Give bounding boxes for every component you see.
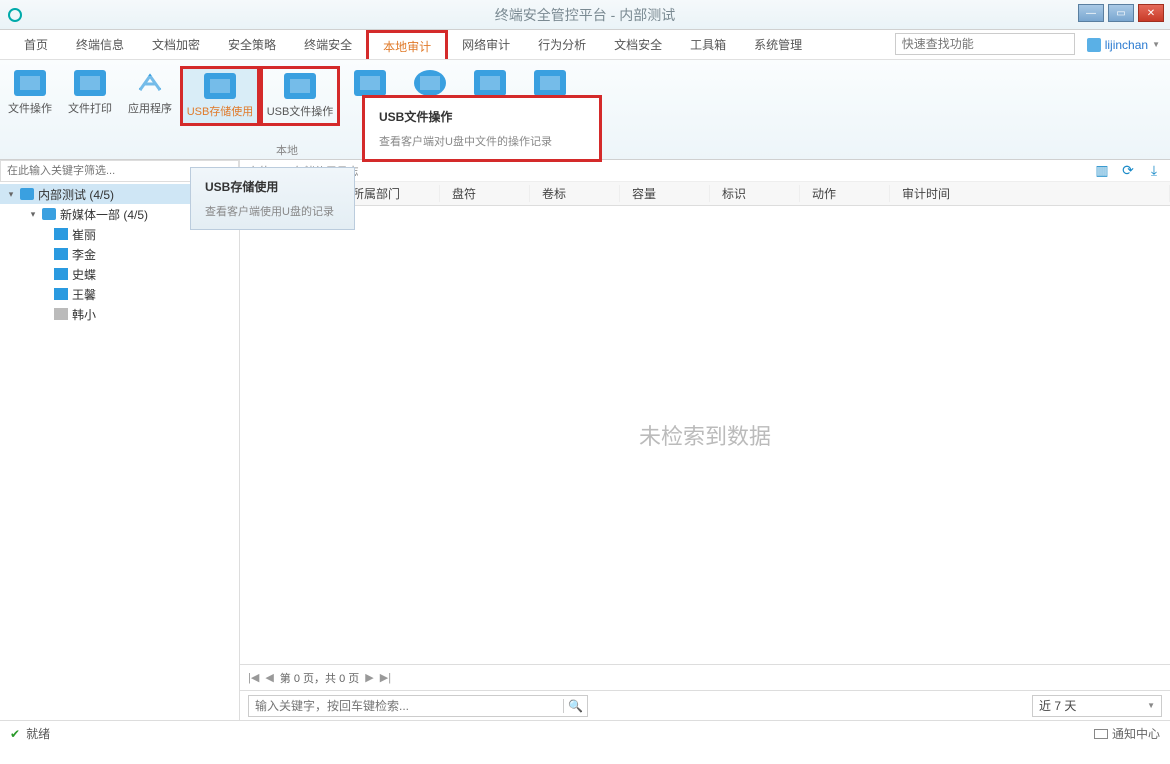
- chevron-down-icon: ▼: [1147, 701, 1155, 710]
- mail-icon: [1094, 729, 1108, 739]
- chevron-down-icon: ▼: [1152, 40, 1160, 49]
- menu-home[interactable]: 首页: [10, 30, 62, 59]
- bottom-toolbar: 🔍 近 7 天 ▼: [240, 690, 1170, 720]
- tooltip-usb-file-ops: USB文件操作 查看客户端对U盘中文件的操作记录: [362, 95, 602, 162]
- menu-doc-encrypt[interactable]: 文档加密: [138, 30, 214, 59]
- grid-search: 🔍: [248, 695, 588, 717]
- notification-label: 通知中心: [1112, 725, 1160, 742]
- tool-file-print[interactable]: 文件打印: [60, 66, 120, 120]
- menu-behavior[interactable]: 行为分析: [524, 30, 600, 59]
- tool-apps[interactable]: 应用程序: [120, 66, 180, 120]
- tool-usb-storage[interactable]: USB存储使用: [180, 66, 260, 126]
- tooltip-desc: 查看客户端对U盘中文件的操作记录: [379, 133, 585, 149]
- pc-online-icon: [54, 288, 68, 300]
- refresh-icon[interactable]: ⟳: [1120, 163, 1136, 179]
- disc-icon: [414, 70, 446, 96]
- tooltip-desc: 查看客户端使用U盘的记录: [205, 203, 340, 219]
- grid-header: 操作系统账户 所属部门 盘符 卷标 容量 标识 动作 审计时间: [240, 182, 1170, 206]
- tree-user[interactable]: 韩小: [0, 304, 239, 324]
- menu-network-audit[interactable]: 网络审计: [448, 30, 524, 59]
- titlebar: 终端安全管控平台 - 内部测试 — ▭ ✕: [0, 0, 1170, 30]
- window-title: 终端安全管控平台 - 内部测试: [0, 5, 1170, 25]
- maximize-button[interactable]: ▭: [1108, 4, 1134, 22]
- collapse-icon[interactable]: ▾: [28, 209, 38, 220]
- tree-user[interactable]: 李金: [0, 244, 239, 264]
- main-panel: 上的USB存储使用日志 ▥ ⟳ ⤓ 操作系统账户 所属部门 盘符 卷标 容量 标…: [240, 160, 1170, 720]
- collapse-icon[interactable]: ▾: [6, 189, 16, 200]
- apps-icon: [134, 70, 166, 96]
- notification-center[interactable]: 通知中心: [1094, 725, 1160, 742]
- tool-file-ops[interactable]: 文件操作: [0, 66, 60, 120]
- toolbar-group-label: 本地: [276, 142, 298, 158]
- statusbar: ✔ 就绪 通知中心: [0, 720, 1170, 746]
- pager-text: 第 0 页，共 0 页: [280, 670, 359, 686]
- folder-icon: [14, 70, 46, 96]
- quick-search-input[interactable]: [895, 33, 1075, 55]
- tooltip-usb-storage: USB存储使用 查看客户端使用U盘的记录: [190, 167, 355, 230]
- grid-body: 未检索到数据: [240, 206, 1170, 664]
- usb-icon: [204, 73, 236, 99]
- col-id[interactable]: 标识: [710, 185, 800, 202]
- pc-online-icon: [54, 248, 68, 260]
- status-text: 就绪: [26, 725, 50, 742]
- user-menu[interactable]: lijinchan ▼: [1087, 30, 1160, 59]
- grid-search-input[interactable]: [249, 699, 563, 713]
- window-buttons: — ▭ ✕: [1078, 4, 1164, 22]
- pc-offline-icon: [54, 308, 68, 320]
- search-icon[interactable]: 🔍: [563, 699, 587, 713]
- menu-terminal-info[interactable]: 终端信息: [62, 30, 138, 59]
- menu-doc-security[interactable]: 文档安全: [600, 30, 676, 59]
- menu-local-audit[interactable]: 本地审计: [366, 30, 448, 59]
- col-capacity[interactable]: 容量: [620, 185, 710, 202]
- group-icon: [20, 188, 34, 200]
- menu-toolbox[interactable]: 工具箱: [676, 30, 740, 59]
- camera-icon: [534, 70, 566, 96]
- tooltip-title: USB存储使用: [205, 178, 340, 195]
- user-name: lijinchan: [1105, 38, 1148, 52]
- printer-icon: [74, 70, 106, 96]
- breadcrumb: 上的USB存储使用日志 ▥ ⟳ ⤓: [240, 160, 1170, 182]
- close-button[interactable]: ✕: [1138, 4, 1164, 22]
- usb-folder-icon: [284, 73, 316, 99]
- org-tree: ▾ 内部测试 (4/5) ▾ 新媒体一部 (4/5) 崔丽 李金 史蝶 王馨 韩…: [0, 182, 239, 720]
- tool-usb-file-ops[interactable]: USB文件操作: [260, 66, 340, 126]
- pager: |◀ ◀ 第 0 页，共 0 页 ▶ ▶|: [240, 664, 1170, 690]
- menu-system[interactable]: 系统管理: [740, 30, 816, 59]
- pager-last[interactable]: ▶|: [380, 671, 391, 684]
- tooltip-title: USB文件操作: [379, 108, 585, 125]
- pager-first[interactable]: |◀: [248, 671, 259, 684]
- tree-user[interactable]: 王馨: [0, 284, 239, 304]
- server-icon: [474, 70, 506, 96]
- col-action[interactable]: 动作: [800, 185, 890, 202]
- group-icon: [42, 208, 56, 220]
- menu-security-policy[interactable]: 安全策略: [214, 30, 290, 59]
- pager-next[interactable]: ▶: [365, 671, 373, 684]
- col-volume[interactable]: 卷标: [530, 185, 620, 202]
- tree-user[interactable]: 史蝶: [0, 264, 239, 284]
- time-range-select[interactable]: 近 7 天 ▼: [1032, 695, 1162, 717]
- empty-state-text: 未检索到数据: [639, 419, 771, 451]
- check-icon: ✔: [10, 727, 20, 741]
- clipboard-icon: [354, 70, 386, 96]
- avatar-icon: [1087, 38, 1101, 52]
- pc-online-icon: [54, 228, 68, 240]
- pager-prev[interactable]: ◀: [265, 671, 273, 684]
- time-range-label: 近 7 天: [1039, 697, 1076, 714]
- minimize-button[interactable]: —: [1078, 4, 1104, 22]
- columns-icon[interactable]: ▥: [1094, 163, 1110, 179]
- menubar: 首页 终端信息 文档加密 安全策略 终端安全 本地审计 网络审计 行为分析 文档…: [0, 30, 1170, 60]
- col-dept[interactable]: 所属部门: [340, 185, 440, 202]
- menu-terminal-security[interactable]: 终端安全: [290, 30, 366, 59]
- pc-online-icon: [54, 268, 68, 280]
- sidebar: ▾ 内部测试 (4/5) ▾ 新媒体一部 (4/5) 崔丽 李金 史蝶 王馨 韩…: [0, 160, 240, 720]
- export-icon[interactable]: ⤓: [1146, 163, 1162, 179]
- col-audit-time[interactable]: 审计时间: [890, 185, 1170, 202]
- col-drive[interactable]: 盘符: [440, 185, 530, 202]
